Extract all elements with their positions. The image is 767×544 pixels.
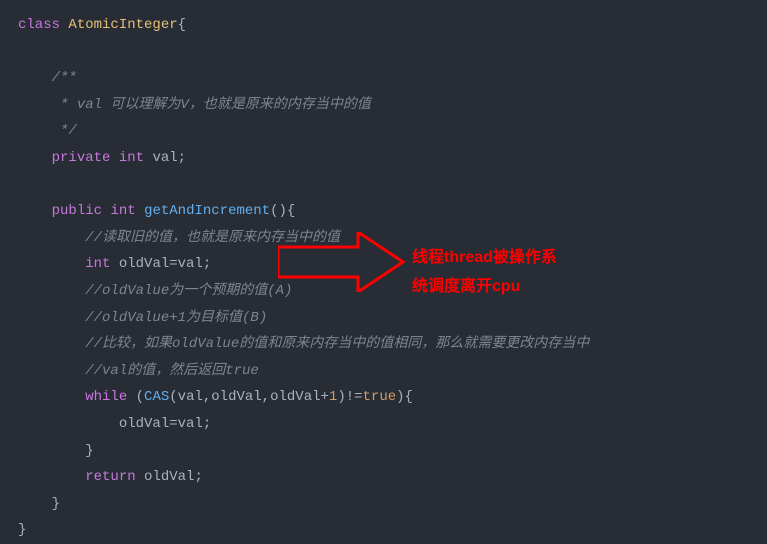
var-decl: oldVal=val; [110, 256, 211, 272]
paren: (){ [270, 203, 295, 219]
return-val: oldVal; [136, 469, 203, 485]
code-line: while (CAS(val,oldVal,oldVal+1)!=true){ [18, 384, 767, 411]
keyword-while: while [85, 389, 127, 405]
paren: )!= [337, 389, 362, 405]
comment: */ [52, 123, 77, 139]
code-line: class AtomicInteger{ [18, 12, 767, 39]
paren: ( [127, 389, 144, 405]
brace: } [52, 496, 60, 512]
annotation-line2: 统调度离开cpu [412, 273, 557, 302]
comment: //比较，如果oldValue的值和原来内存当中的值相同，那么就需要更改内存当中 [85, 336, 589, 352]
args: (val,oldVal,oldVal+ [169, 389, 329, 405]
bool-literal: true [363, 389, 397, 405]
method-name: getAndIncrement [144, 203, 270, 219]
keyword-public: public [52, 203, 102, 219]
annotation-label: 线程thread被操作系 统调度离开cpu [412, 244, 557, 302]
comment: //读取旧的值，也就是原来内存当中的值 [85, 230, 340, 246]
keyword-class: class [18, 17, 60, 33]
code-line: int oldVal=val; [18, 251, 767, 278]
func-cas: CAS [144, 389, 169, 405]
code-line: //读取旧的值，也就是原来内存当中的值 [18, 225, 767, 252]
class-name: AtomicInteger [68, 17, 177, 33]
code-line: public int getAndIncrement(){ [18, 198, 767, 225]
code-line: } [18, 491, 767, 518]
brace: { [178, 17, 186, 33]
brace: } [18, 522, 26, 538]
comment: * val 可以理解为V，也就是原来的内存当中的值 [52, 97, 371, 113]
code-line: //oldValue+1为目标值(B) [18, 305, 767, 332]
code-line-blank [18, 39, 767, 66]
keyword-int: int [110, 203, 135, 219]
code-line: /** [18, 65, 767, 92]
comment: //oldValue为一个预期的值(A) [85, 283, 292, 299]
brace: } [85, 443, 93, 459]
keyword-private: private [52, 150, 111, 166]
code-line: } [18, 438, 767, 465]
code-line: private int val; [18, 145, 767, 172]
code-line: //val的值，然后返回true [18, 358, 767, 385]
code-line: * val 可以理解为V，也就是原来的内存当中的值 [18, 92, 767, 119]
code-block: class AtomicInteger{ /** * val 可以理解为V，也就… [0, 12, 767, 544]
var-decl: val; [144, 150, 186, 166]
code-line-blank [18, 172, 767, 199]
code-line: return oldVal; [18, 464, 767, 491]
keyword-int: int [119, 150, 144, 166]
code-line: //比较，如果oldValue的值和原来内存当中的值相同，那么就需要更改内存当中 [18, 331, 767, 358]
comment: //val的值，然后返回true [85, 363, 259, 379]
comment: /** [52, 70, 77, 86]
keyword-return: return [85, 469, 135, 485]
paren: ){ [396, 389, 413, 405]
statement: oldVal=val; [119, 416, 211, 432]
annotation-line1: 线程thread被操作系 [412, 244, 557, 273]
comment: //oldValue+1为目标值(B) [85, 310, 267, 326]
code-line: */ [18, 118, 767, 145]
code-line: oldVal=val; [18, 411, 767, 438]
keyword-int: int [85, 256, 110, 272]
code-line: } [18, 517, 767, 544]
code-line: //oldValue为一个预期的值(A) [18, 278, 767, 305]
